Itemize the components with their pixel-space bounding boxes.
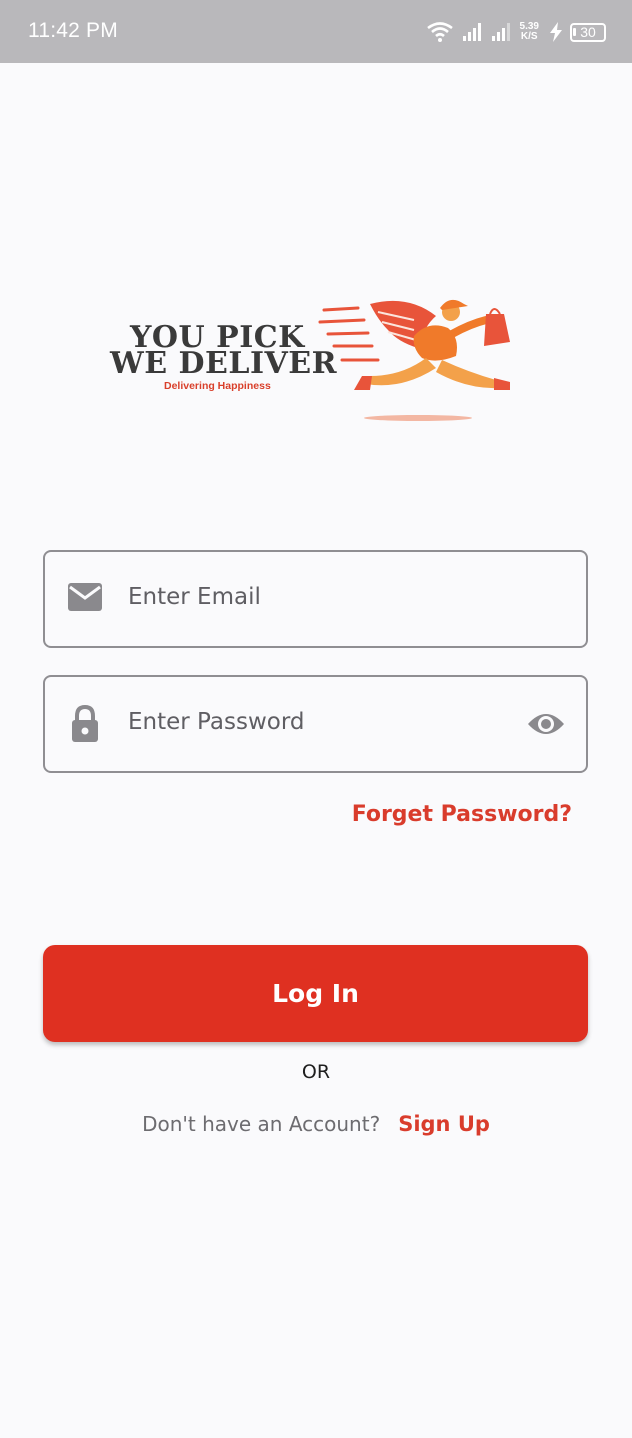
signal-icon bbox=[462, 23, 481, 41]
network-speed: 5.39 K/S bbox=[520, 22, 539, 42]
mail-icon bbox=[68, 583, 102, 611]
status-bar: 11:42 PM 5.39 K/S 30 bbox=[0, 0, 632, 63]
email-field[interactable]: Enter Email bbox=[43, 550, 588, 648]
wifi-icon bbox=[426, 22, 453, 42]
signup-row: Don't have an Account? Sign Up bbox=[0, 1112, 632, 1136]
signup-prompt: Don't have an Account? bbox=[142, 1112, 381, 1136]
show-password-eye-icon[interactable] bbox=[526, 710, 566, 738]
delivery-runner-icon bbox=[318, 299, 510, 421]
app-logo: YOU PICK WE DELIVER Delivering Happiness bbox=[108, 290, 510, 426]
email-input[interactable]: Enter Email bbox=[128, 584, 261, 610]
status-icons: 5.39 K/S 30 bbox=[426, 17, 606, 47]
charging-icon bbox=[550, 22, 562, 42]
or-separator: OR bbox=[301, 1061, 331, 1083]
password-field[interactable]: Enter Password bbox=[43, 675, 588, 773]
login-button[interactable]: Log In bbox=[43, 945, 588, 1042]
signup-link[interactable]: Sign Up bbox=[398, 1112, 490, 1136]
network-speed-unit: K/S bbox=[520, 31, 538, 42]
lock-icon bbox=[72, 705, 98, 742]
status-time: 11:42 PM bbox=[28, 19, 118, 42]
signal-icon bbox=[491, 23, 510, 41]
logo-line2: WE DELIVER bbox=[110, 346, 338, 381]
battery-icon: 30 bbox=[570, 22, 606, 42]
password-input[interactable]: Enter Password bbox=[128, 709, 304, 735]
logo-tagline: Delivering Happiness bbox=[164, 380, 271, 392]
forgot-password-link[interactable]: Forget Password? bbox=[352, 802, 572, 827]
